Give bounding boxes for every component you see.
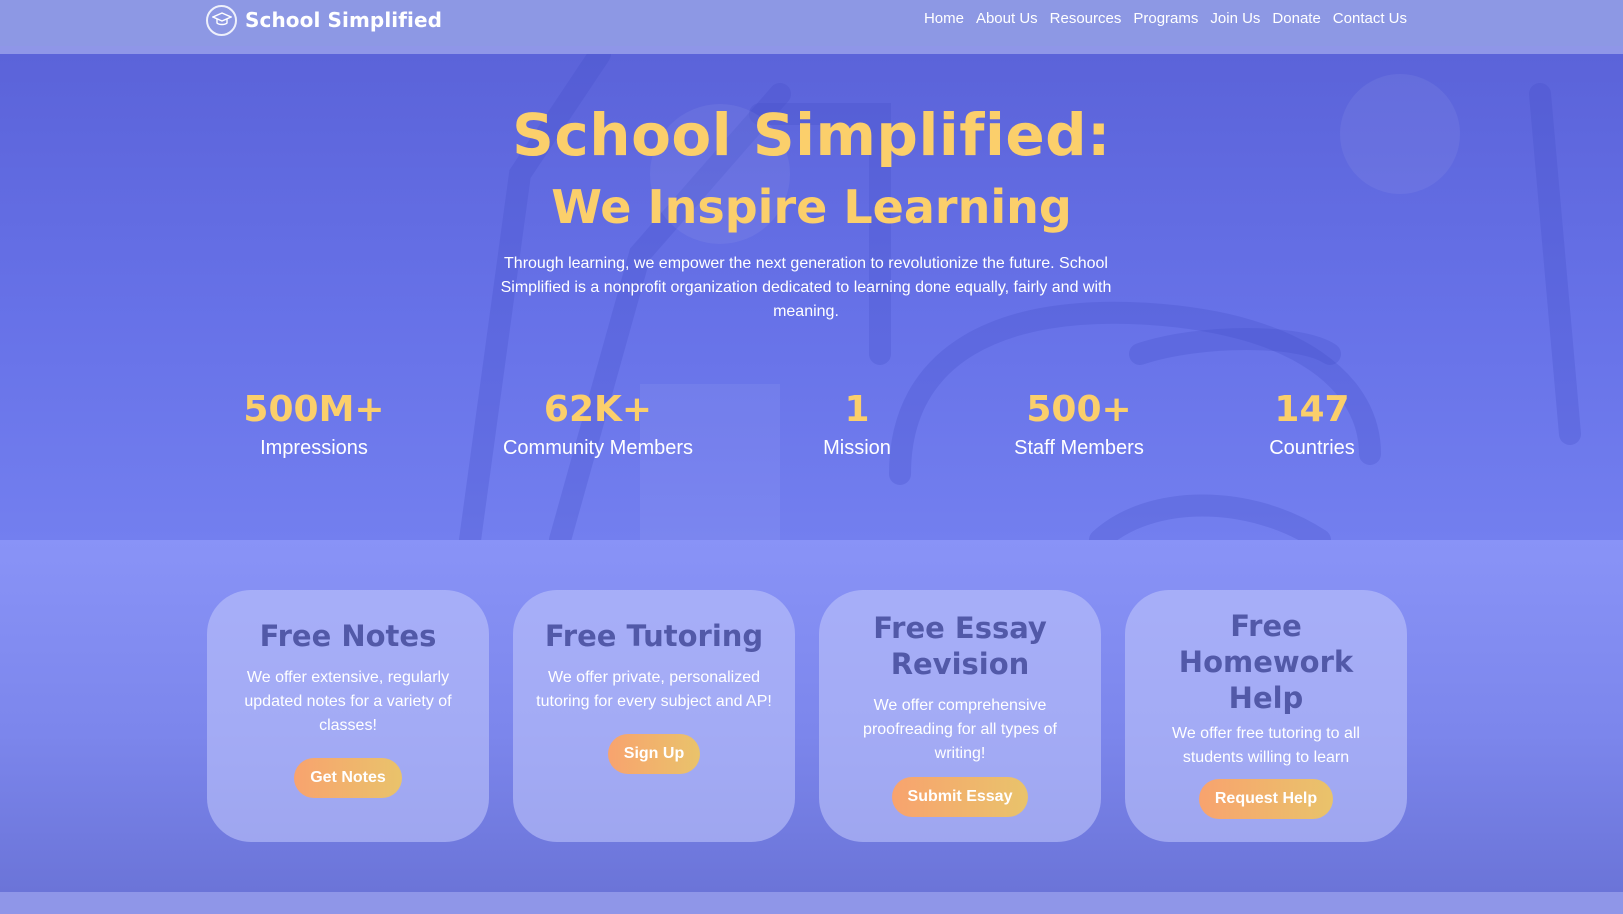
stat-label: Community Members: [502, 437, 694, 459]
brand-link[interactable]: School Simplified: [206, 4, 442, 36]
nav-menu: Home About Us Resources Programs Join Us…: [924, 10, 1407, 27]
card-title: Free Essay Revision: [873, 611, 1047, 681]
nav-link-programs[interactable]: Programs: [1133, 10, 1198, 27]
card-title: Free Notes: [259, 619, 437, 653]
card-text: We offer private, personalized tutoring …: [536, 669, 772, 710]
stat-staff-members: 500+ Staff Members: [949, 387, 1209, 460]
nav-link-about-us[interactable]: About Us: [976, 10, 1038, 27]
service-card-free-essay-revision: Free Essay Revision We offer comprehensi…: [819, 590, 1101, 842]
request-help-button[interactable]: Request Help: [1198, 779, 1334, 819]
service-card-free-tutoring: Free Tutoring We offer private, personal…: [513, 590, 795, 842]
brand-name: School Simplified: [245, 8, 443, 32]
service-card-free-notes: Free Notes We offer extensive, regularly…: [207, 590, 489, 842]
services-section: Free Notes We offer extensive, regularly…: [0, 540, 1623, 892]
nav-link-contact-us[interactable]: Contact Us: [1333, 10, 1407, 27]
hero-content: School Simplified: We Inspire Learning T…: [0, 54, 1623, 540]
stat-label: Staff Members: [1014, 437, 1144, 459]
stat-value: 1: [844, 389, 870, 430]
stat-label: Countries: [1269, 437, 1355, 459]
card-text: We offer comprehensive proofreading for …: [863, 697, 1057, 762]
stat-label: Mission: [823, 437, 891, 459]
stat-value: 62K+: [543, 389, 653, 430]
stat-countries: 147 Countries: [1182, 387, 1442, 460]
nav-link-donate[interactable]: Donate: [1272, 10, 1320, 27]
nav-link-join-us[interactable]: Join Us: [1210, 10, 1260, 27]
submit-essay-button[interactable]: Submit Essay: [891, 777, 1029, 817]
hero-title: School Simplified:: [512, 101, 1111, 169]
stat-label: Impressions: [260, 437, 368, 459]
sign-up-button[interactable]: Sign Up: [607, 734, 701, 774]
nav-link-home[interactable]: Home: [924, 10, 964, 27]
nav-link-resources[interactable]: Resources: [1050, 10, 1122, 27]
stat-impressions: 500M+ Impressions: [184, 387, 444, 460]
service-card-free-homework-help: Free Homework Help We offer free tutorin…: [1125, 590, 1407, 842]
card-text: We offer extensive, regularly updated no…: [244, 669, 452, 734]
stat-value: 147: [1274, 389, 1350, 430]
card-title: Free Tutoring: [544, 619, 764, 653]
stat-community-members: 62K+ Community Members: [468, 387, 728, 460]
hero-section: School Simplified: We Inspire Learning T…: [0, 54, 1623, 540]
stat-mission: 1 Mission: [727, 387, 987, 460]
graduation-cap-icon: [206, 4, 237, 36]
stat-value: 500+: [1026, 389, 1132, 430]
card-text: We offer free tutoring to all students w…: [1172, 725, 1360, 766]
card-title: Free Homework Help: [1178, 609, 1354, 715]
top-navbar: School Simplified Home About Us Resource…: [0, 0, 1623, 46]
stat-value: 500M+: [243, 389, 385, 430]
hero-description: Through learning, we empower the next ge…: [500, 255, 1112, 320]
footer-strip: [0, 892, 1623, 914]
hero-subtitle: We Inspire Learning: [551, 180, 1072, 234]
get-notes-button[interactable]: Get Notes: [294, 758, 402, 798]
